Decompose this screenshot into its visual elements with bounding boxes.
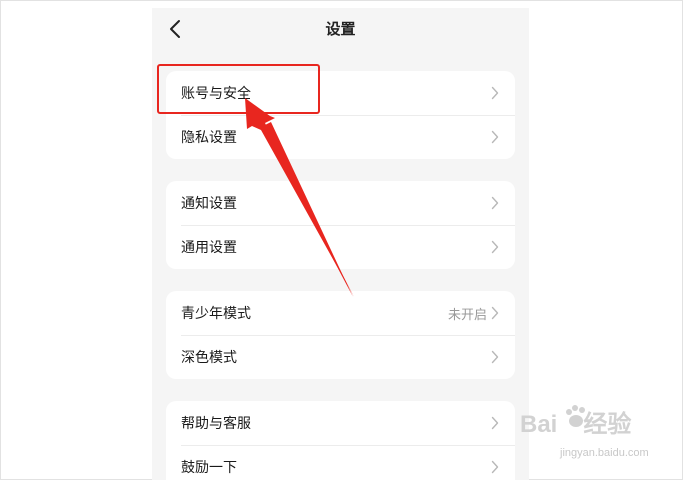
chevron-right-icon bbox=[491, 350, 501, 364]
phone-screen: 设置 账号与安全 隐私设置 通知设置 通用设置 青少年模式 未开启 深色模式 帮… bbox=[152, 8, 529, 480]
settings-item-label: 通知设置 bbox=[181, 196, 237, 212]
settings-group-account: 账号与安全 隐私设置 bbox=[166, 71, 515, 159]
teen-mode-status: 未开启 bbox=[447, 307, 487, 323]
settings-item-label: 通用设置 bbox=[181, 240, 237, 256]
settings-item-label: 青少年模式 bbox=[181, 306, 251, 322]
settings-item-dark-mode[interactable]: 深色模式 bbox=[166, 335, 515, 379]
settings-item-help-support[interactable]: 帮助与客服 bbox=[166, 401, 515, 445]
watermark-url: jingyan.baidu.com bbox=[560, 447, 649, 459]
chevron-right-icon bbox=[491, 416, 501, 430]
settings-group-modes: 青少年模式 未开启 深色模式 bbox=[166, 291, 515, 379]
settings-group-support: 帮助与客服 鼓励一下 bbox=[166, 401, 515, 480]
page-title: 设置 bbox=[325, 20, 356, 38]
paw-icon bbox=[566, 405, 585, 427]
chevron-right-icon bbox=[491, 240, 501, 254]
chevron-right-icon bbox=[491, 86, 501, 100]
nav-bar: 设置 bbox=[152, 8, 529, 50]
settings-item-notifications[interactable]: 通知设置 bbox=[166, 181, 515, 225]
chevron-right-icon bbox=[491, 460, 501, 474]
chevron-right-icon bbox=[491, 196, 501, 210]
settings-item-label: 帮助与客服 bbox=[181, 416, 251, 432]
watermark-logo-text: Bai 经验 bbox=[520, 411, 632, 438]
settings-item-label: 账号与安全 bbox=[181, 86, 251, 102]
settings-item-privacy[interactable]: 隐私设置 bbox=[166, 115, 515, 159]
settings-item-general[interactable]: 通用设置 bbox=[166, 225, 515, 269]
settings-item-encourage[interactable]: 鼓励一下 bbox=[166, 445, 515, 480]
chevron-right-icon bbox=[491, 306, 501, 320]
settings-item-label: 隐私设置 bbox=[181, 130, 237, 146]
chevron-right-icon bbox=[491, 130, 501, 144]
settings-item-account-security[interactable]: 账号与安全 bbox=[166, 71, 515, 115]
watermark: Bai 经验 jingyan.baidu.com bbox=[520, 404, 670, 464]
settings-group-general: 通知设置 通用设置 bbox=[166, 181, 515, 269]
settings-item-label: 鼓励一下 bbox=[181, 460, 237, 476]
settings-item-teen-mode[interactable]: 青少年模式 未开启 bbox=[166, 291, 515, 335]
settings-item-label: 深色模式 bbox=[181, 350, 237, 366]
